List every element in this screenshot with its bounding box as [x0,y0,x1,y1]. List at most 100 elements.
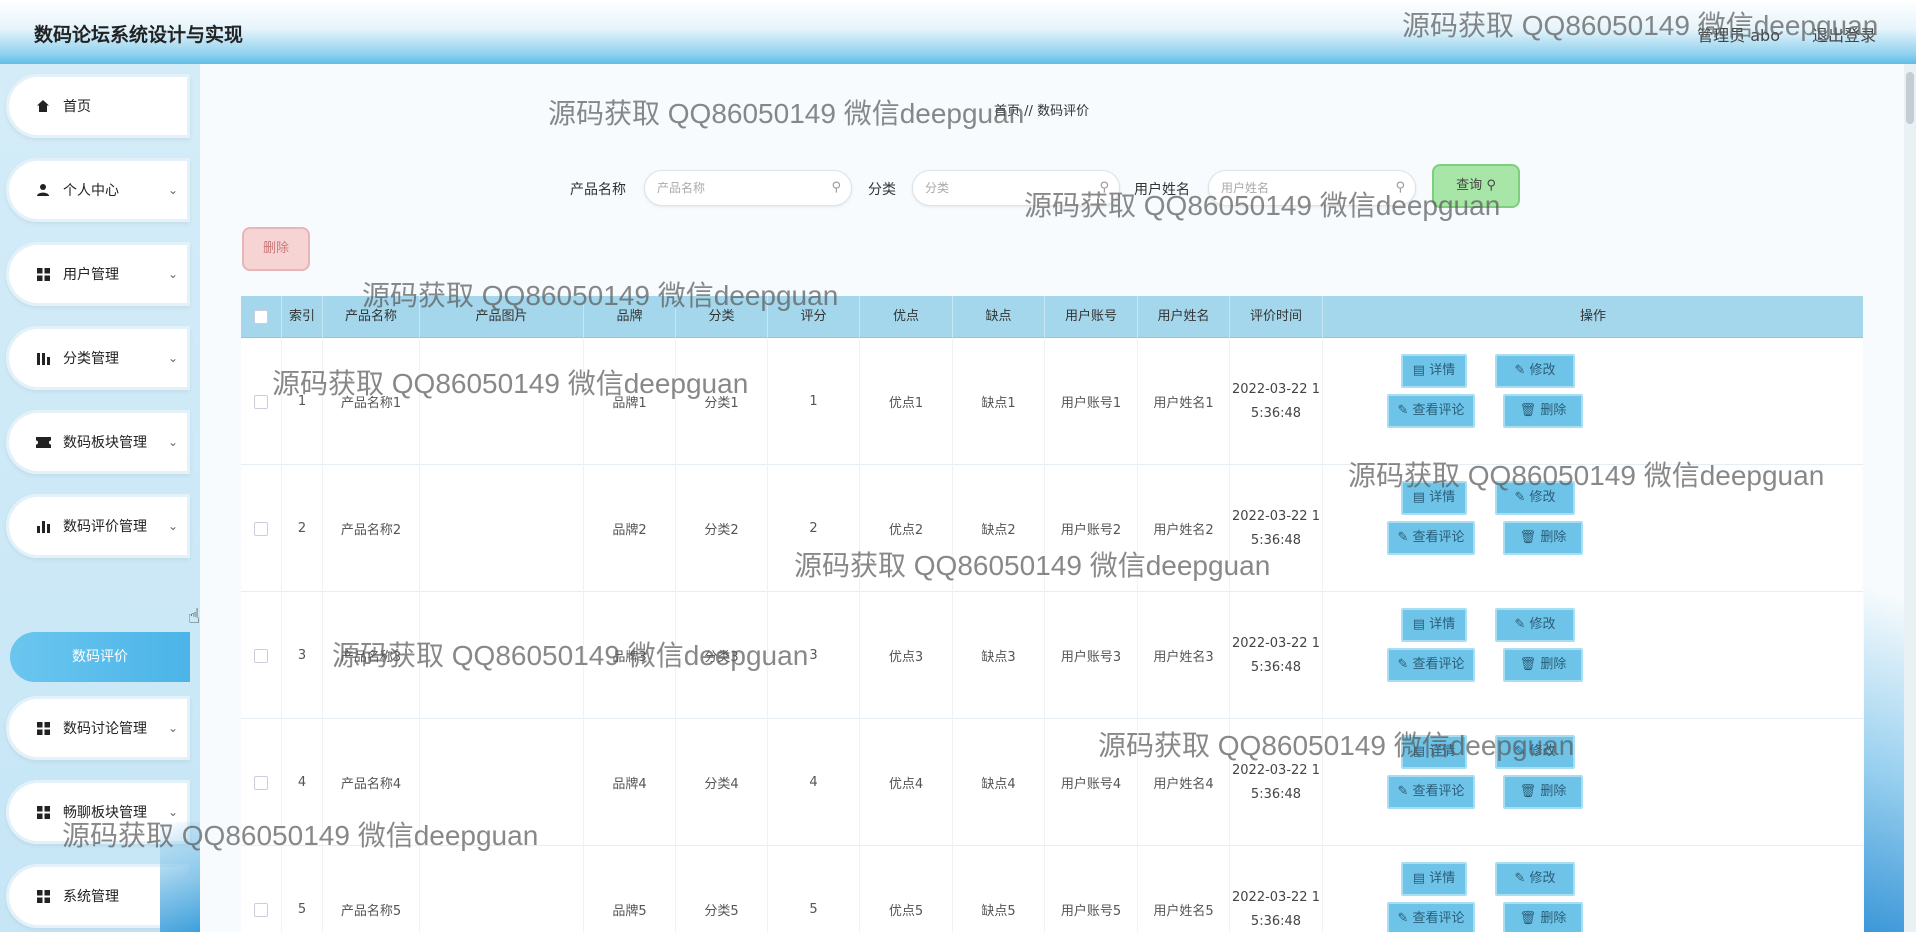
row-checkbox[interactable] [241,719,282,846]
sidebar-item-profile[interactable]: 个人中心 ⌄ [6,158,190,222]
row-delete-button[interactable]: 🗑 删除 [1503,394,1583,428]
pencil-icon: ✎ [1397,784,1413,799]
header-product-name: 产品名称 [323,296,420,338]
detail-button[interactable]: ▤ 详情 [1401,862,1467,896]
cell-username: 用户姓名5 [1138,846,1230,932]
time-line-2: 5:36:48 [1250,659,1302,675]
trash-icon: 🗑 [1519,657,1541,672]
sidebar-item-system[interactable]: 系统管理 [6,864,190,928]
time-line-1: 2022-03-22 1 [1232,762,1320,778]
edit-button[interactable]: ✎ 修改 [1495,862,1575,896]
detail-button[interactable]: ▤ 详情 [1401,735,1467,769]
action-label: 查看评论 [1412,530,1465,545]
cell-category: 分类3 [676,592,768,719]
sidebar-item-chat-boards[interactable]: 畅聊板块管理 ⌄ [6,780,190,844]
cell-product-image [420,592,584,719]
sidebar-item-users[interactable]: 用户管理 ⌄ [6,242,190,306]
view-comments-button[interactable]: ✎ 查看评论 [1387,775,1475,809]
cell-account: 用户账号5 [1045,846,1138,932]
sidebar-item-discussions[interactable]: 数码讨论管理 ⌄ [6,696,190,760]
cell-category: 分类5 [676,846,768,932]
detail-button[interactable]: ▤ 详情 [1401,608,1467,642]
grid-icon [34,265,52,283]
search-icon: ⚲ [831,180,841,195]
action-label: 详情 [1429,363,1456,378]
scrollbar-thumb[interactable] [1906,72,1914,124]
cell-pros: 优点3 [860,592,953,719]
pencil-icon: ✎ [1397,403,1413,418]
document-icon: ▤ [1412,744,1430,759]
username-label: 用户姓名 [1134,182,1190,198]
cell-account: 用户账号2 [1045,465,1138,592]
sidebar-item-label: 数码讨论管理 [63,721,147,737]
cell-category: 分类2 [676,465,768,592]
view-comments-button[interactable]: ✎ 查看评论 [1387,394,1475,428]
row-checkbox[interactable] [241,592,282,719]
pencil-icon: ✎ [1397,530,1413,545]
cell-brand: 品牌3 [584,592,676,719]
action-label: 修改 [1529,490,1556,505]
logout-link[interactable]: 退出登录 [1812,22,1876,46]
document-icon: ▤ [1412,363,1430,378]
row-checkbox[interactable] [241,338,282,465]
cell-account: 用户账号4 [1045,719,1138,846]
cell-score: 2 [768,465,860,592]
cell-score: 4 [768,719,860,846]
cell-cons: 缺点4 [953,719,1045,846]
chevron-down-icon: ⌄ [167,435,178,449]
ticket-icon [34,433,52,451]
sidebar-item-label: 系统管理 [63,889,119,905]
cell-score: 3 [768,592,860,719]
view-comments-button[interactable]: ✎ 查看评论 [1387,902,1475,932]
edit-button[interactable]: ✎ 修改 [1495,608,1575,642]
page-scrollbar[interactable] [1904,64,1916,932]
trash-icon: 🗑 [1519,530,1541,545]
cell-pros: 优点2 [860,465,953,592]
time-line-2: 5:36:48 [1250,405,1302,421]
edit-button[interactable]: ✎ 修改 [1495,354,1575,388]
sidebar-item-digital-boards[interactable]: 数码板块管理 ⌄ [6,410,190,474]
detail-button[interactable]: ▤ 详情 [1401,354,1467,388]
cell-account: 用户账号1 [1045,338,1138,465]
row-delete-button[interactable]: 🗑 删除 [1503,648,1583,682]
action-label: 修改 [1529,871,1556,886]
row-delete-button[interactable]: 🗑 删除 [1503,775,1583,809]
grid-icon [34,803,52,821]
cell-username: 用户姓名3 [1138,592,1230,719]
cell-index: 4 [282,719,323,846]
row-checkbox[interactable] [241,846,282,932]
row-delete-button[interactable]: 🗑 删除 [1503,902,1583,932]
header-time: 评价时间 [1230,296,1323,338]
edit-button[interactable]: ✎ 修改 [1495,481,1575,515]
sidebar-item-reviews[interactable]: 数码评价管理 ⌄ [6,494,190,558]
edit-button[interactable]: ✎ 修改 [1495,735,1575,769]
sidebar-subitem-reviews[interactable]: 数码评价 [10,632,190,682]
breadcrumb-home[interactable]: 首页 [994,104,1020,119]
detail-button[interactable]: ▤ 详情 [1401,481,1467,515]
product-name-input[interactable]: 产品名称 ⚲ [644,170,852,206]
query-button[interactable]: 查询 ⚲ [1432,164,1520,208]
chevron-down-icon: ⌄ [167,519,178,533]
select-all-checkbox[interactable] [241,296,282,338]
sidebar-item-home[interactable]: 首页 [6,74,190,138]
trash-icon: 🗑 [1519,403,1541,418]
sidebar-item-label: 分类管理 [63,351,119,367]
cell-pros: 优点1 [860,338,953,465]
header-brand: 品牌 [584,296,676,338]
batch-delete-button[interactable]: 删除 [242,227,310,271]
view-comments-button[interactable]: ✎ 查看评论 [1387,521,1475,555]
table-row: 4 产品名称4 品牌4 分类4 4 优点4 缺点4 用户账号4 用户姓名4 2022-03-22 … [241,719,1863,846]
username-input[interactable]: 用户姓名 ⚲ [1208,170,1416,206]
row-checkbox[interactable] [241,465,282,592]
action-label: 详情 [1429,617,1456,632]
view-comments-button[interactable]: ✎ 查看评论 [1387,648,1475,682]
category-input[interactable]: 分类 ⚲ [912,170,1120,206]
sidebar-item-categories[interactable]: 分类管理 ⌄ [6,326,190,390]
sidebar-item-label: 个人中心 [63,183,119,199]
sidebar: 首页 个人中心 ⌄ 用户管理 ⌄ 分类管理 ⌄ 数码板块管理 ⌄ 数码评价管理 … [0,64,200,932]
cell-username: 用户姓名1 [1138,338,1230,465]
cell-product-image [420,846,584,932]
cell-index: 2 [282,465,323,592]
row-delete-button[interactable]: 🗑 删除 [1503,521,1583,555]
chevron-down-icon: ⌄ [167,721,178,735]
